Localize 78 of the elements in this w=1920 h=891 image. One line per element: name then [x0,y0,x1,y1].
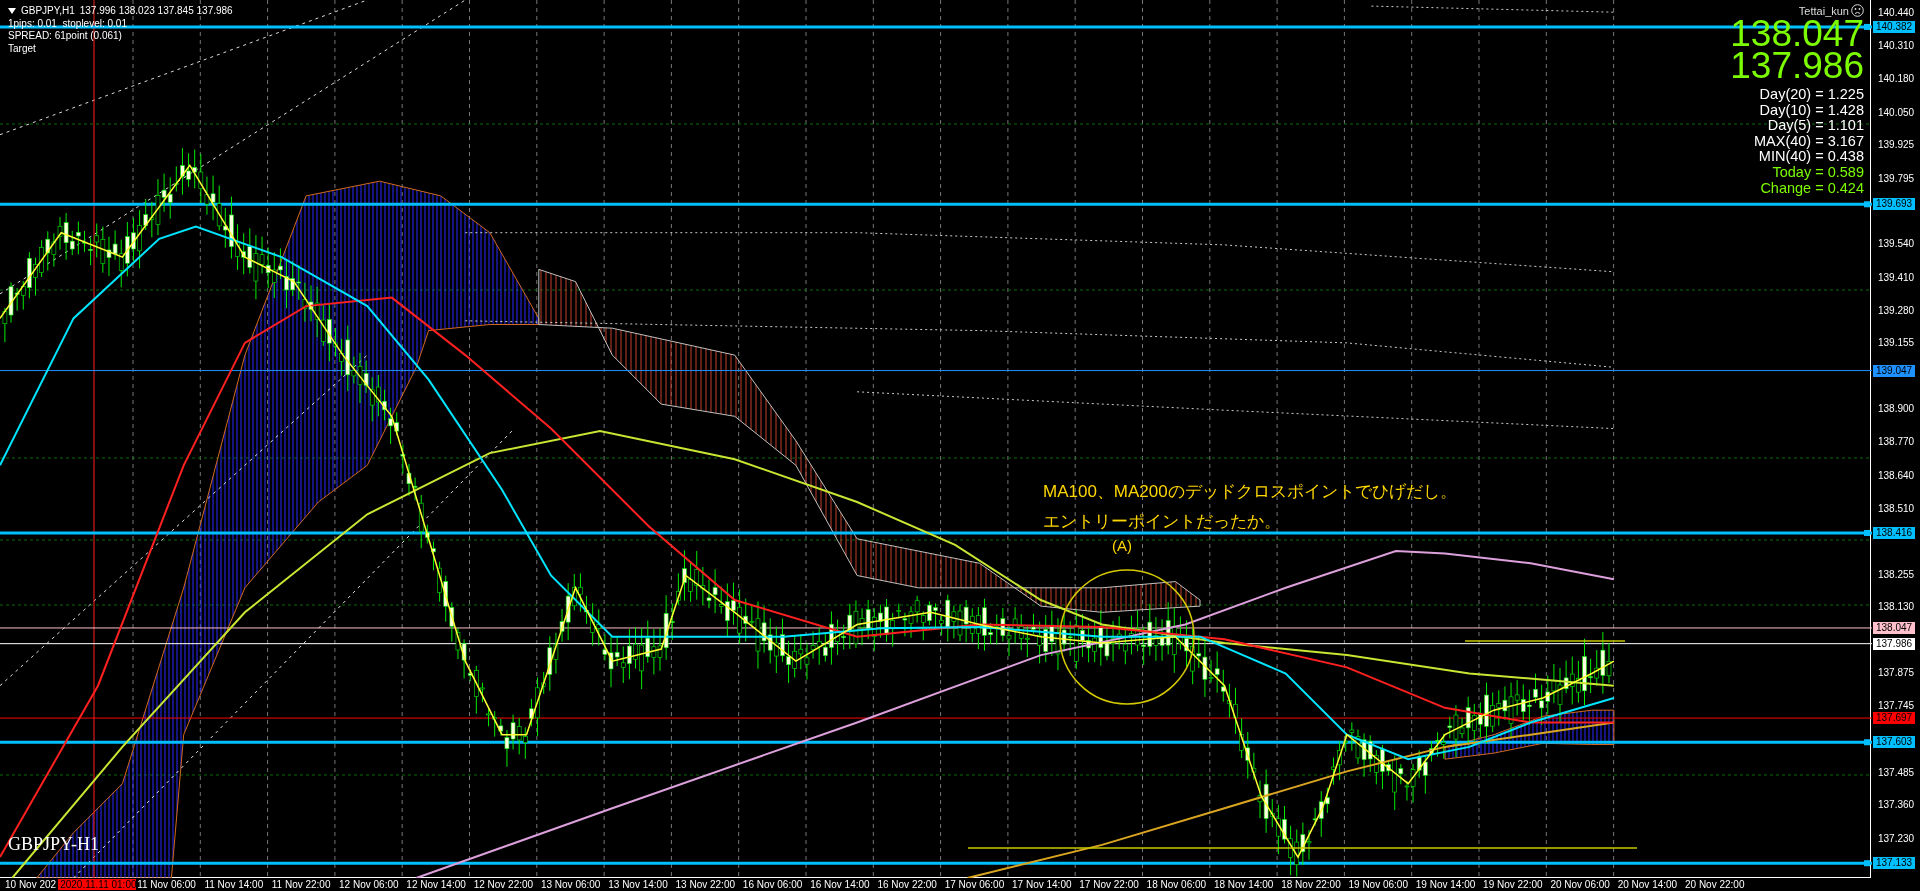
price-tag: 138.047 [1873,621,1916,634]
price-tag: 139.047 [1873,364,1916,377]
annotation-marker: (A) [1112,537,1132,554]
price-label: 137.360 [1878,799,1915,811]
price-tag: 140.382 [1873,20,1916,33]
time-label: 20 Nov 22:00 [1685,879,1746,890]
price-tag: 137.697 [1873,712,1916,725]
stat-line: Day(5) = 1.101 [1767,118,1864,134]
time-label: 18 Nov 22:00 [1281,879,1342,890]
time-label: 20 Nov 14:00 [1617,879,1679,890]
price-label: 138.770 [1878,436,1915,448]
time-label: 20 Nov 06:00 [1550,879,1611,890]
stat-line: Day(10) = 1.428 [1759,102,1864,119]
line-handle-icon[interactable] [1864,860,1870,867]
time-label: 16 Nov 06:00 [742,879,804,890]
time-label: 17 Nov 14:00 [1012,879,1073,890]
price-tag: 137.133 [1873,857,1916,870]
price-label: 139.540 [1878,238,1915,250]
stat-line: Change = 0.424 [1760,180,1864,197]
time-label: 19 Nov 14:00 [1415,879,1477,890]
annotation-text: MA100、MA200のデッドクロスポイントでひげだし。 [1043,481,1457,503]
annotation-text: エントリーポイントだったか。 [1043,511,1282,533]
price-label: 140.050 [1878,106,1915,118]
time-label: 11 Nov 14:00 [204,879,265,890]
time-label: 18 Nov 06:00 [1146,879,1208,890]
time-label: 18 Nov 14:00 [1213,879,1275,890]
crosshair-time-label: 2020.11.11 01:00 [58,879,137,890]
time-label: 19 Nov 22:00 [1483,879,1544,890]
time-label: 16 Nov 22:00 [877,879,938,890]
ohlc-prices: 137.996 138.023 137.845 137.986 [79,5,233,18]
time-label: 11 Nov 06:00 [137,879,197,890]
line-handle-icon[interactable] [1864,23,1870,30]
price-label: 139.280 [1878,305,1915,317]
price-tag: 137.603 [1873,736,1916,749]
price-label: 140.180 [1878,73,1915,85]
time-label: 17 Nov 22:00 [1079,879,1140,890]
line-handle-icon[interactable] [1864,739,1870,746]
price-tag: 139.693 [1873,198,1916,211]
time-label: 17 Nov 06:00 [944,879,1006,890]
line-handle-icon[interactable] [1864,530,1870,536]
time-label: 13 Nov 14:00 [608,879,669,890]
line-handle-icon[interactable] [1864,201,1870,208]
time-label: 11 Nov 22:00 [271,879,332,890]
time-label: 12 Nov 06:00 [339,879,400,890]
info-line: SPREAD: 61point (0.061) [8,30,123,43]
info-line: 1pips: 0.01 stoplevel: 0.01 [8,17,128,30]
time-label: 19 Nov 06:00 [1348,879,1409,890]
price-label: 139.795 [1878,172,1915,184]
price-label: 137.875 [1878,666,1915,678]
time-label: 12 Nov 22:00 [473,879,535,890]
symbol-title: GBPJPY,H1 [21,5,75,18]
time-label: 13 Nov 22:00 [675,879,737,890]
dropdown-triangle-icon[interactable] [8,8,16,15]
price-label: 140.440 [1878,6,1915,18]
price-label: 138.255 [1878,568,1915,580]
price-label: 138.640 [1878,469,1915,481]
stat-line: Day(20) = 1.225 [1759,87,1864,103]
stat-line: MAX(40) = 3.167 [1753,133,1864,150]
price-label: 138.130 [1878,601,1915,613]
price-label: 138.900 [1878,402,1915,414]
price-label: 139.155 [1878,337,1915,349]
stat-line: MIN(40) = 0.438 [1758,149,1864,165]
price-tag: 138.416 [1873,526,1916,539]
price-label: 137.230 [1878,832,1915,844]
price-label: 137.745 [1878,700,1915,712]
price-label: 137.485 [1878,767,1915,779]
price-tag: 137.986 [1873,637,1916,650]
price-label: 140.310 [1878,39,1915,51]
time-label: 12 Nov 14:00 [406,879,467,890]
info-line: Target [8,42,37,55]
price-label: 139.925 [1878,139,1915,151]
time-label: 13 Nov 06:00 [540,879,602,890]
price-label: 138.510 [1878,503,1915,515]
time-label: 10 Nov 202 [5,879,57,890]
time-label: 16 Nov 14:00 [810,879,871,890]
stat-line: Today = 0.589 [1772,164,1864,181]
price-label: 139.410 [1878,271,1915,283]
ask-price: 137.986 [1730,50,1864,82]
